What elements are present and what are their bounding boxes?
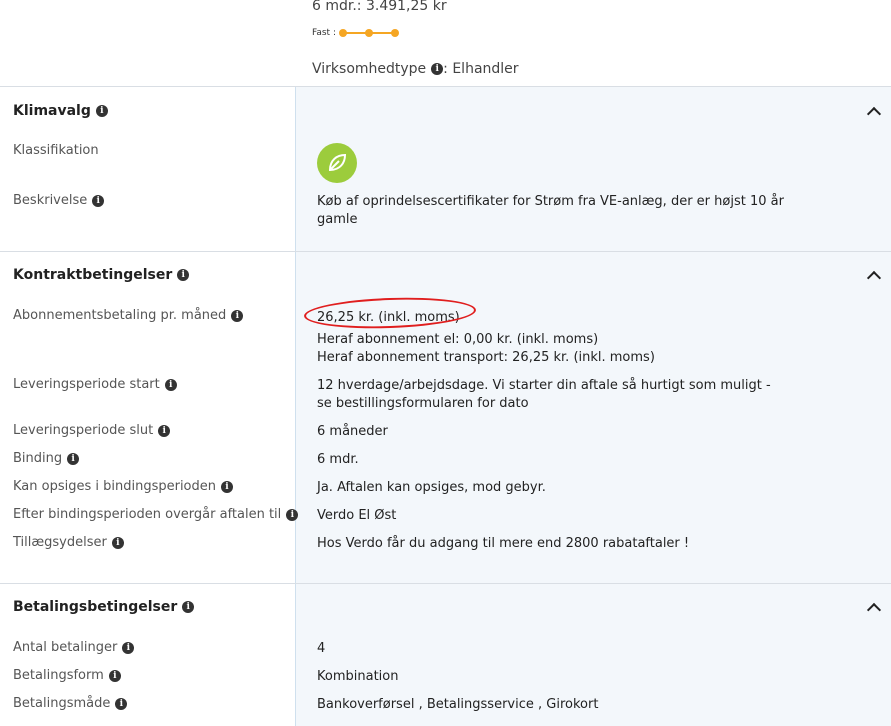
info-icon[interactable]: i <box>431 63 444 75</box>
info-icon[interactable]: i <box>182 601 195 613</box>
section-title[interactable]: Kontraktbetingelser i <box>13 267 190 283</box>
summary-left <box>0 0 296 86</box>
payment-count-label: Antal betalinger i <box>13 640 135 655</box>
info-icon[interactable]: i <box>115 697 128 710</box>
fast-dot <box>338 29 347 37</box>
info-icon[interactable]: i <box>164 378 177 391</box>
section-title-text: Klimavalg <box>13 103 91 119</box>
payment-method-value: Bankoverførsel , Betalingsservice , Giro… <box>317 697 599 712</box>
delivery-end-label: Leveringsperiode slut i <box>13 423 171 438</box>
payment-method-label: Betalingsmåde i <box>13 696 128 711</box>
leaf-icon <box>317 143 357 183</box>
business-type: Virksomhedtype i : Elhandler <box>312 61 519 77</box>
payment-form-label-text: Betalingsform <box>13 668 104 683</box>
payment-form-value: Kombination <box>317 669 399 684</box>
subscription-label-text: Abonnementsbetaling pr. måned <box>13 308 227 323</box>
fast-track <box>338 26 399 40</box>
section-betalingsbetingelser: Betalingsbetingelser i Antal betalinger … <box>0 583 891 726</box>
info-icon[interactable]: i <box>221 480 234 493</box>
delivery-end-value: 6 måneder <box>317 424 388 439</box>
cancel-label-text: Kan opsiges i bindingsperioden <box>13 479 217 494</box>
extras-value: Hos Verdo får du adgang til mere end 280… <box>317 536 690 551</box>
payment-count-value: 4 <box>317 641 326 656</box>
fast-dot <box>364 29 373 37</box>
payment-form-label: Betalingsform i <box>13 668 121 683</box>
classification-label: Klassifikation <box>13 143 99 158</box>
subscription-el: Heraf abonnement el: 0,00 kr. (inkl. mom… <box>317 332 599 347</box>
section-title-text: Betalingsbetingelser <box>13 599 178 615</box>
info-icon[interactable]: i <box>108 669 121 682</box>
price-line: 6 mdr.: 3.491,25 kr <box>312 0 447 14</box>
section-title[interactable]: Klimavalg i <box>13 103 108 119</box>
cancel-label: Kan opsiges i bindingsperioden i <box>13 479 234 494</box>
delivery-start-label: Leveringsperiode start i <box>13 377 177 392</box>
section-title[interactable]: Betalingsbetingelser i <box>13 599 195 615</box>
fast-dot <box>390 29 399 37</box>
delivery-end-label-text: Leveringsperiode slut <box>13 423 154 438</box>
leaf-icon-svg <box>328 153 347 172</box>
extras-label-text: Tillægsydelser <box>13 535 107 550</box>
info-icon[interactable]: i <box>92 194 105 207</box>
description-value: Køb af oprindelsescertifikater for Strøm… <box>317 194 784 227</box>
subscription-transport: Heraf abonnement transport: 26,25 kr. (i… <box>317 350 655 365</box>
info-icon[interactable]: i <box>231 309 244 322</box>
subscription-label: Abonnementsbetaling pr. måned i <box>13 308 244 323</box>
description-label-text: Beskrivelse <box>13 193 88 208</box>
info-icon[interactable]: i <box>286 508 299 521</box>
business-type-label: Virksomhedtype <box>312 61 427 77</box>
binding-value: 6 mdr. <box>317 452 359 467</box>
delivery-start-value: 12 hverdage/arbejdsdage. Vi starter din … <box>317 378 771 411</box>
extras-label: Tillægsydelser i <box>13 535 124 550</box>
info-icon[interactable]: i <box>111 536 124 549</box>
fast-label: Fast : <box>312 28 336 38</box>
delivery-start-label-text: Leveringsperiode start <box>13 377 160 392</box>
business-type-value: : Elhandler <box>443 61 519 77</box>
after-binding-label: Efter bindingsperioden overgår aftalen t… <box>13 507 299 522</box>
description-label: Beskrivelse i <box>13 193 105 208</box>
section-klimavalg: Klimavalg i Klassifikation Beskrivelse i… <box>0 86 891 252</box>
section-title-text: Kontraktbetingelser <box>13 267 173 283</box>
classification-label-text: Klassifikation <box>13 143 99 158</box>
after-binding-value: Verdo El Øst <box>317 508 397 523</box>
info-icon[interactable]: i <box>67 452 80 465</box>
after-binding-label-text: Efter bindingsperioden overgår aftalen t… <box>13 507 282 522</box>
info-icon[interactable]: i <box>122 641 135 654</box>
payment-count-label-text: Antal betalinger <box>13 640 118 655</box>
binding-label-text: Binding <box>13 451 63 466</box>
payment-method-label-text: Betalingsmåde <box>13 696 111 711</box>
binding-label: Binding i <box>13 451 80 466</box>
info-icon[interactable]: i <box>95 105 108 117</box>
fast-price-indicator: Fast : <box>312 26 399 40</box>
info-icon[interactable]: i <box>158 424 171 437</box>
cancel-value: Ja. Aftalen kan opsiges, mod gebyr. <box>317 480 546 495</box>
info-icon[interactable]: i <box>177 269 190 281</box>
